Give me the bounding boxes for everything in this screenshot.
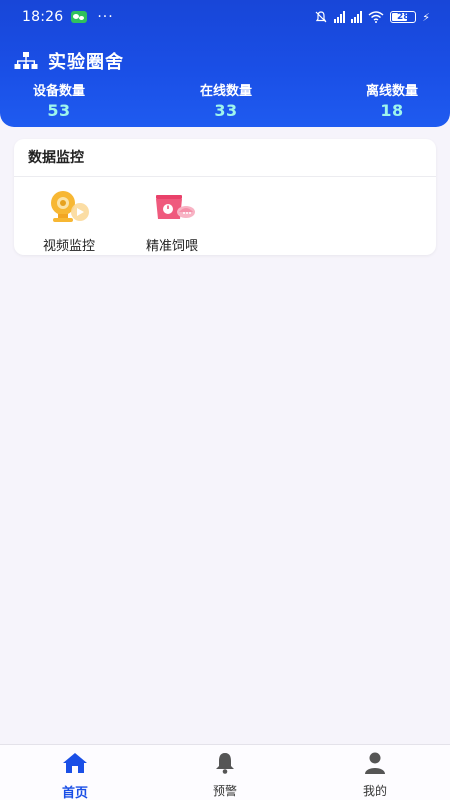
user-icon: [365, 752, 385, 774]
stat-device-count[interactable]: 设备数量 53: [28, 80, 90, 120]
header: 18:26 ··· 28 ⚡ 实验圈舍 设备数量 53 在线数量 33 离线数量…: [0, 0, 450, 127]
nav-home[interactable]: 首页: [35, 751, 115, 800]
tile-label: 视频监控: [42, 239, 95, 254]
nav-label: 首页: [61, 786, 88, 800]
nav-label: 预警: [212, 784, 237, 798]
feeding-scale-icon: [156, 195, 195, 219]
battery-icon: 28: [390, 11, 417, 23]
stat-label: 设备数量: [32, 84, 85, 99]
card-title: 数据监控: [14, 139, 436, 177]
stat-label: 离线数量: [365, 84, 418, 99]
title-row: 实验圈舍: [14, 48, 124, 74]
status-time: 18:26: [22, 9, 64, 25]
nav-mine[interactable]: 我的: [335, 751, 415, 799]
bell-icon: [216, 753, 234, 774]
cell-signal-2-icon: [351, 11, 363, 23]
page-title: 实验圈舍: [48, 52, 124, 73]
stat-value: 53: [47, 101, 71, 120]
stat-online-count[interactable]: 在线数量 33: [195, 80, 257, 120]
mute-bell-icon: [315, 11, 327, 23]
stats-row: 设备数量 53 在线数量 33 离线数量 18: [0, 80, 450, 120]
nav-label: 我的: [362, 784, 387, 798]
stat-value: 18: [380, 101, 404, 120]
battery-level: 28: [397, 12, 410, 22]
org-structure-icon: [14, 52, 38, 69]
video-monitor-tile[interactable]: 视频监控: [29, 189, 109, 254]
video-camera-icon: [51, 191, 89, 222]
data-monitor-card: 数据监控 视频监控 精准饲喂: [14, 139, 436, 255]
tile-label: 精准饲喂: [145, 239, 198, 254]
nav-alert[interactable]: 预警: [185, 751, 265, 799]
more-notifications-icon: ···: [97, 9, 114, 25]
precision-feeding-tile[interactable]: 精准饲喂: [132, 189, 212, 254]
home-icon: [63, 753, 87, 773]
wechat-notification-icon: [71, 11, 88, 23]
stat-label: 在线数量: [199, 84, 252, 99]
bottom-nav: 首页 预警 我的: [0, 744, 450, 800]
stat-value: 33: [214, 101, 238, 120]
status-bar: 18:26 ··· 28 ⚡: [0, 0, 450, 34]
cell-signal-1-icon: [334, 11, 346, 23]
wifi-icon: [368, 11, 384, 23]
stat-offline-count[interactable]: 离线数量 18: [361, 80, 423, 120]
charging-icon: ⚡: [422, 10, 430, 24]
